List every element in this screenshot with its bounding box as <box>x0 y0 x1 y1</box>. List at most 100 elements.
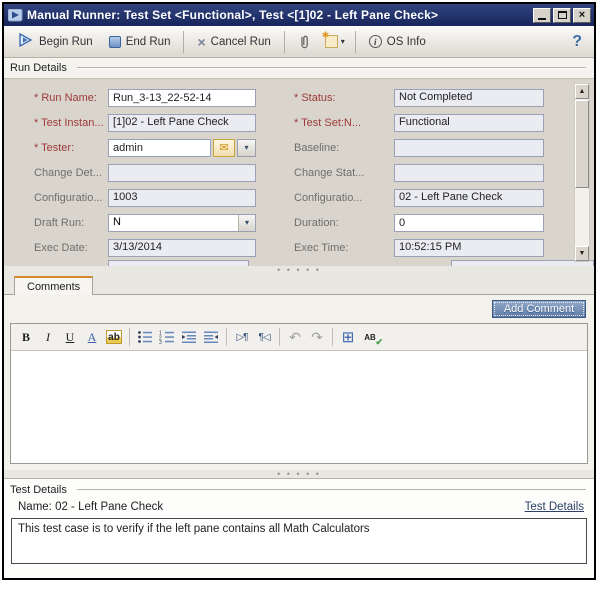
highlight-button[interactable]: ab <box>103 327 125 348</box>
clipped-form-row <box>4 260 594 266</box>
manual-runner-window: Manual Runner: Test Set <Functional>, Te… <box>2 2 596 580</box>
run-name-label: * Run Name: <box>34 92 108 104</box>
section-divider <box>77 489 586 491</box>
form-row: * Tester: ✉ ▾ Baseline: <box>4 135 594 160</box>
highlight-icon: ab <box>106 330 122 344</box>
cancel-run-icon: × <box>197 35 205 49</box>
comments-section: Comments Add Comment B I U A ab 123 <box>4 274 594 470</box>
test-instance-label: * Test Instan... <box>34 117 108 129</box>
editor-toolbar: B I U A ab 123 ▷¶ ¶ <box>11 324 587 351</box>
redo-button[interactable]: ↷ <box>306 327 328 348</box>
chevron-down-icon: ▾ <box>341 37 345 46</box>
comment-editor: B I U A ab 123 ▷¶ ¶ <box>10 323 588 464</box>
toolbar-separator <box>284 31 285 53</box>
outdent-icon <box>203 330 219 344</box>
form-row: Change Det... Change Stat... <box>4 160 594 185</box>
exec-date-label: Exec Date: <box>34 242 108 254</box>
change-detected-label: Change Det... <box>34 167 108 179</box>
toolbar-separator <box>332 328 333 346</box>
window-title: Manual Runner: Test Set <Functional>, Te… <box>27 8 531 22</box>
section-divider <box>77 67 586 69</box>
mail-icon[interactable]: ✉ <box>213 139 235 157</box>
insert-table-button[interactable]: ⊞ <box>337 327 359 348</box>
status-field: Not Completed <box>394 89 544 107</box>
tester-input[interactable] <box>108 139 211 157</box>
change-status-label: Change Stat... <box>294 167 394 179</box>
test-details-header: Test Details <box>4 481 594 498</box>
font-color-button[interactable]: A <box>81 327 103 348</box>
tester-combo: ✉ ▾ <box>108 139 256 157</box>
undo-button[interactable]: ↶ <box>284 327 306 348</box>
change-status-field <box>394 164 544 182</box>
exec-time-label: Exec Time: <box>294 242 394 254</box>
form-row: Configuratio... 1003 Configuratio... 02 … <box>4 185 594 210</box>
numbered-list-icon: 123 <box>159 330 175 344</box>
splitter-handle[interactable]: • • • • • <box>4 266 594 274</box>
help-button[interactable]: ? <box>572 33 588 51</box>
close-button[interactable]: × <box>573 8 591 23</box>
end-run-button[interactable]: End Run <box>101 32 179 52</box>
cancel-run-button[interactable]: × Cancel Run <box>189 31 278 53</box>
baseline-label: Baseline: <box>294 142 394 154</box>
tester-dropdown-button[interactable]: ▾ <box>237 139 256 157</box>
indent-button[interactable] <box>178 327 200 348</box>
italic-button[interactable]: I <box>37 327 59 348</box>
test-set-label: * Test Set:N... <box>294 117 394 129</box>
scroll-up-icon[interactable]: ▲ <box>575 84 589 99</box>
vertical-scrollbar[interactable]: ▲ ▼ <box>574 83 590 262</box>
configuration-id-field: 1003 <box>108 189 256 207</box>
test-name-row: Name: 02 - Left Pane Check Test Details <box>4 498 594 515</box>
paperclip-icon <box>298 34 312 50</box>
spell-check-button[interactable]: AB ✔ <box>359 327 381 348</box>
duration-input[interactable] <box>394 214 544 232</box>
toolbar-separator <box>279 328 280 346</box>
end-run-icon <box>109 36 121 48</box>
scroll-down-icon[interactable]: ▼ <box>575 246 589 261</box>
exec-date-field: 3/13/2014 <box>108 239 256 257</box>
test-details-link[interactable]: Test Details <box>525 501 584 513</box>
draft-run-select[interactable]: N ▾ <box>108 214 256 232</box>
indent-icon <box>181 330 197 344</box>
ltr-button[interactable]: ▷¶ <box>231 327 253 348</box>
toolbar-separator <box>129 328 130 346</box>
toolbar-separator <box>355 31 356 53</box>
outdent-button[interactable] <box>200 327 222 348</box>
comment-textarea[interactable] <box>11 351 587 463</box>
draft-run-label: Draft Run: <box>34 217 108 229</box>
begin-run-button[interactable]: Begin Run <box>10 29 101 54</box>
duration-label: Duration: <box>294 217 394 229</box>
maximize-button[interactable] <box>553 8 571 23</box>
configuration-name-field: 02 - Left Pane Check <box>394 189 544 207</box>
os-info-button[interactable]: i OS Info <box>361 31 434 52</box>
spell-check-icon: AB <box>364 333 376 342</box>
new-attachment-button[interactable]: ✱ ▾ <box>320 31 350 52</box>
toolbar-separator <box>226 328 227 346</box>
chevron-down-icon[interactable]: ▾ <box>238 215 255 231</box>
draft-run-value: N <box>109 215 238 231</box>
scrollbar-thumb[interactable] <box>575 100 589 188</box>
rtl-button[interactable]: ¶◁ <box>253 327 275 348</box>
numbered-list-button[interactable]: 123 <box>156 327 178 348</box>
run-name-input[interactable] <box>108 89 256 107</box>
run-toolbar: Begin Run End Run × Cancel Run ✱ ▾ i OS … <box>4 26 594 58</box>
svg-text:3: 3 <box>159 340 162 344</box>
baseline-field <box>394 139 544 157</box>
toolbar-separator <box>183 31 184 53</box>
splitter-handle[interactable]: • • • • • <box>4 470 594 478</box>
run-details-header: Run Details <box>4 58 594 78</box>
form-row: * Run Name: * Status: Not Completed <box>4 85 594 110</box>
exec-time-field: 10:52:15 PM <box>394 239 544 257</box>
attachment-button[interactable] <box>290 30 320 54</box>
underline-button[interactable]: U <box>59 327 81 348</box>
bold-button[interactable]: B <box>15 327 37 348</box>
tab-comments[interactable]: Comments <box>14 276 93 295</box>
title-bar: Manual Runner: Test Set <Functional>, Te… <box>4 4 594 26</box>
begin-run-icon <box>18 33 34 50</box>
add-comment-button[interactable]: Add Comment <box>492 300 586 318</box>
change-detected-field <box>108 164 256 182</box>
minimize-button[interactable] <box>533 8 551 23</box>
bullet-list-button[interactable] <box>134 327 156 348</box>
form-row: Draft Run: N ▾ Duration: <box>4 210 594 235</box>
minimize-icon <box>538 18 546 20</box>
new-attachment-icon: ✱ <box>325 35 338 48</box>
